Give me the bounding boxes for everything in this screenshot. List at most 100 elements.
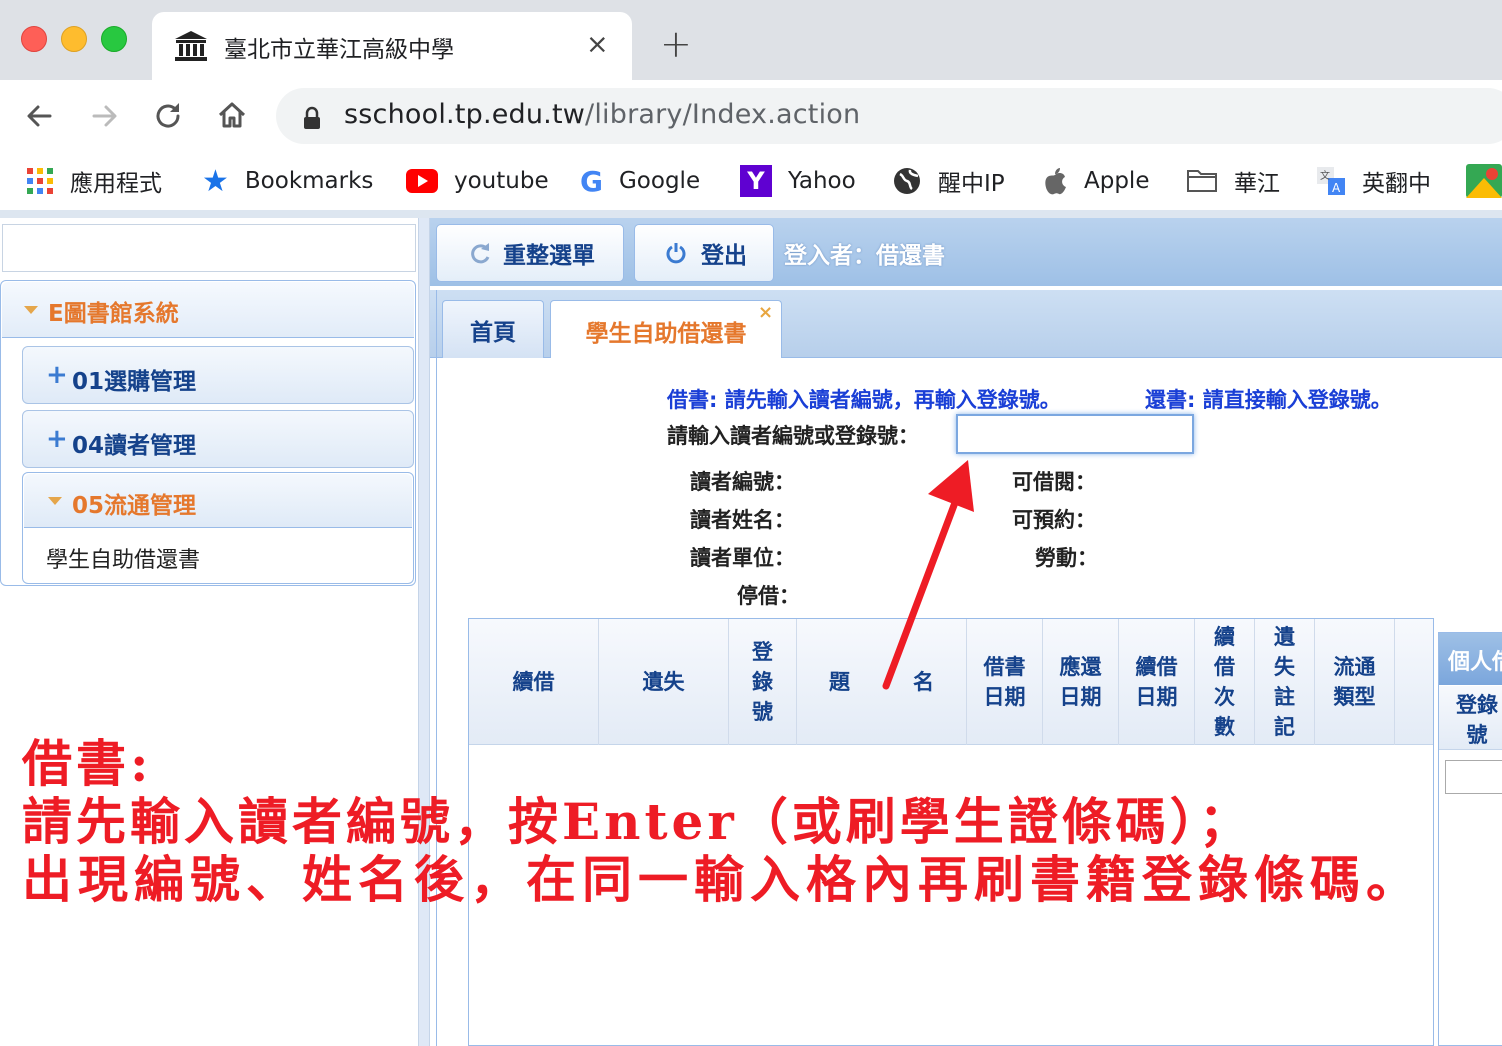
youtube-icon [406, 169, 438, 193]
bookmark-ip[interactable]: 醒中IP [892, 164, 1005, 198]
globe-icon [892, 166, 922, 196]
bookmark-label: 英翻中 [1362, 171, 1431, 197]
borrow-instruction: 借書: 請先輸入讀者編號，再輸入登錄號。 [667, 388, 1061, 412]
refresh-menu-label: 重整選單 [503, 243, 595, 269]
col-label: 遺 失 註 記 [1274, 625, 1295, 739]
bookmark-huajiang[interactable]: 華江 [1186, 164, 1280, 198]
col-label: 遺失 [642, 670, 685, 694]
col-label: 題 名 [829, 670, 934, 694]
id-input-label: 請輸入讀者編號或登錄號： [667, 424, 919, 448]
col-lost[interactable]: 遺失 [599, 619, 729, 745]
personal-loans-title: 個人借 [1448, 650, 1502, 675]
logout-button[interactable]: 登出 [634, 224, 774, 282]
labor-label: 勞動： [1035, 546, 1098, 570]
bookmark-label: 華江 [1234, 171, 1280, 197]
refresh-icon [471, 243, 490, 264]
bookmark-translate[interactable]: A文 英翻中 [1316, 164, 1431, 198]
col-due-date[interactable]: 應還 日期 [1043, 619, 1119, 745]
sidebar-item-label: 01選購管理 [72, 369, 197, 395]
personal-loans-col-label: 登錄 號 [1456, 693, 1498, 747]
col-renew[interactable]: 續借 [469, 619, 599, 745]
bookmark-label: 應用程式 [70, 171, 162, 197]
col-label: 流通 類型 [1333, 655, 1376, 709]
bookmark-label: Yahoo [788, 168, 856, 194]
col-extra [1395, 619, 1433, 745]
can-borrow-label: 可借閱： [1012, 470, 1096, 494]
apps-grid-icon [26, 167, 54, 195]
plus-icon: + [46, 424, 68, 454]
col-label: 續借 日期 [1135, 655, 1178, 709]
col-borrow-date[interactable]: 借書 日期 [967, 619, 1043, 745]
col-label: 續借 [512, 670, 555, 694]
login-info: 登入者：借還書 [784, 243, 945, 269]
annotation-line-3: 出現編號、姓名後，在同一輸入格內再刷書籍登錄條碼。 [22, 850, 1422, 909]
power-icon [666, 243, 686, 264]
bookmark-bookmarks[interactable]: ★ Bookmarks [202, 163, 374, 199]
tab-close-icon[interactable]: × [586, 27, 609, 63]
return-instruction: 還書: 請直接輸入登錄號。 [1145, 388, 1392, 412]
refresh-menu-button[interactable]: 重整選單 [436, 224, 624, 282]
col-label: 應還 日期 [1059, 655, 1102, 709]
minimize-window-button[interactable] [61, 26, 87, 52]
svg-text:文: 文 [1320, 169, 1330, 182]
can-reserve-label: 可預約： [1012, 508, 1096, 532]
col-circulation-type[interactable]: 流通 類型 [1315, 619, 1395, 745]
apple-icon [1042, 166, 1068, 196]
logout-label: 登出 [701, 243, 747, 269]
url-path: /library/Index.action [585, 99, 861, 130]
triangle-down-icon [24, 306, 38, 314]
panel-splitter[interactable] [418, 218, 430, 1046]
bookmark-google[interactable]: G Google [580, 164, 700, 198]
back-arrow-icon[interactable] [24, 100, 56, 132]
bookmark-label: youtube [454, 168, 549, 194]
home-icon[interactable] [216, 99, 248, 131]
sidebar-search-input[interactable] [2, 224, 416, 272]
reader-unit-label: 讀者單位： [690, 546, 795, 570]
bookmark-youtube[interactable]: youtube [406, 164, 549, 198]
tab-home[interactable]: 首頁 [442, 300, 544, 358]
school-building-icon [175, 31, 207, 61]
maximize-window-button[interactable] [101, 26, 127, 52]
star-icon: ★ [202, 163, 229, 199]
new-tab-button[interactable]: + [660, 22, 692, 66]
col-label: 登 錄 號 [752, 640, 773, 724]
reader-id-label: 讀者編號： [690, 470, 795, 494]
sidebar-root-label: E圖書館系統 [48, 301, 179, 327]
sidebar-leaf-self-service[interactable]: 學生自助借還書 [46, 542, 200, 574]
lock-icon[interactable] [302, 106, 322, 130]
bookmark-apps[interactable]: 應用程式 [26, 164, 162, 198]
bookmark-label: Google [618, 168, 701, 194]
col-accession-no[interactable]: 登 錄 號 [729, 619, 797, 745]
close-window-button[interactable] [21, 26, 47, 52]
personal-loans-filter-input[interactable] [1445, 760, 1502, 794]
sidebar-item-label: 05流通管理 [72, 493, 197, 519]
tab-self-service[interactable]: 學生自助借還書 [550, 300, 782, 360]
url-host: sschool.tp.edu.tw [344, 99, 586, 130]
reload-icon[interactable] [152, 100, 184, 132]
reader-or-book-id-input[interactable] [956, 414, 1194, 454]
bookmark-label: Bookmarks [244, 168, 374, 194]
reader-name-label: 讀者姓名： [690, 508, 795, 532]
plus-icon: + [46, 360, 68, 390]
yahoo-icon: Y [740, 165, 772, 197]
url-text[interactable]: sschool.tp.edu.tw/library/Index.action [344, 99, 860, 130]
tab-close-icon[interactable]: × [758, 302, 773, 323]
col-renew-date[interactable]: 續借 日期 [1119, 619, 1195, 745]
triangle-down-icon [48, 497, 62, 505]
col-lost-note[interactable]: 遺 失 註 記 [1255, 619, 1315, 745]
maps-icon[interactable] [1466, 164, 1502, 198]
suspend-label: 停借： [737, 584, 800, 608]
svg-text:A: A [1332, 181, 1341, 195]
col-title[interactable]: 題 名 [797, 619, 967, 745]
col-label: 借書 日期 [983, 655, 1026, 709]
bookmark-label: Apple [1084, 168, 1150, 194]
google-icon: G [580, 164, 603, 198]
bookmark-yahoo[interactable]: Y Yahoo [740, 164, 856, 198]
sidebar-item-label: 04讀者管理 [72, 433, 197, 459]
forward-arrow-icon[interactable] [88, 100, 120, 132]
col-renew-count[interactable]: 續 借 次 數 [1195, 619, 1255, 745]
translate-icon: A文 [1316, 166, 1346, 196]
folder-icon [1186, 168, 1218, 194]
bookmark-label: 醒中IP [938, 171, 1005, 197]
bookmark-apple[interactable]: Apple [1042, 164, 1149, 198]
